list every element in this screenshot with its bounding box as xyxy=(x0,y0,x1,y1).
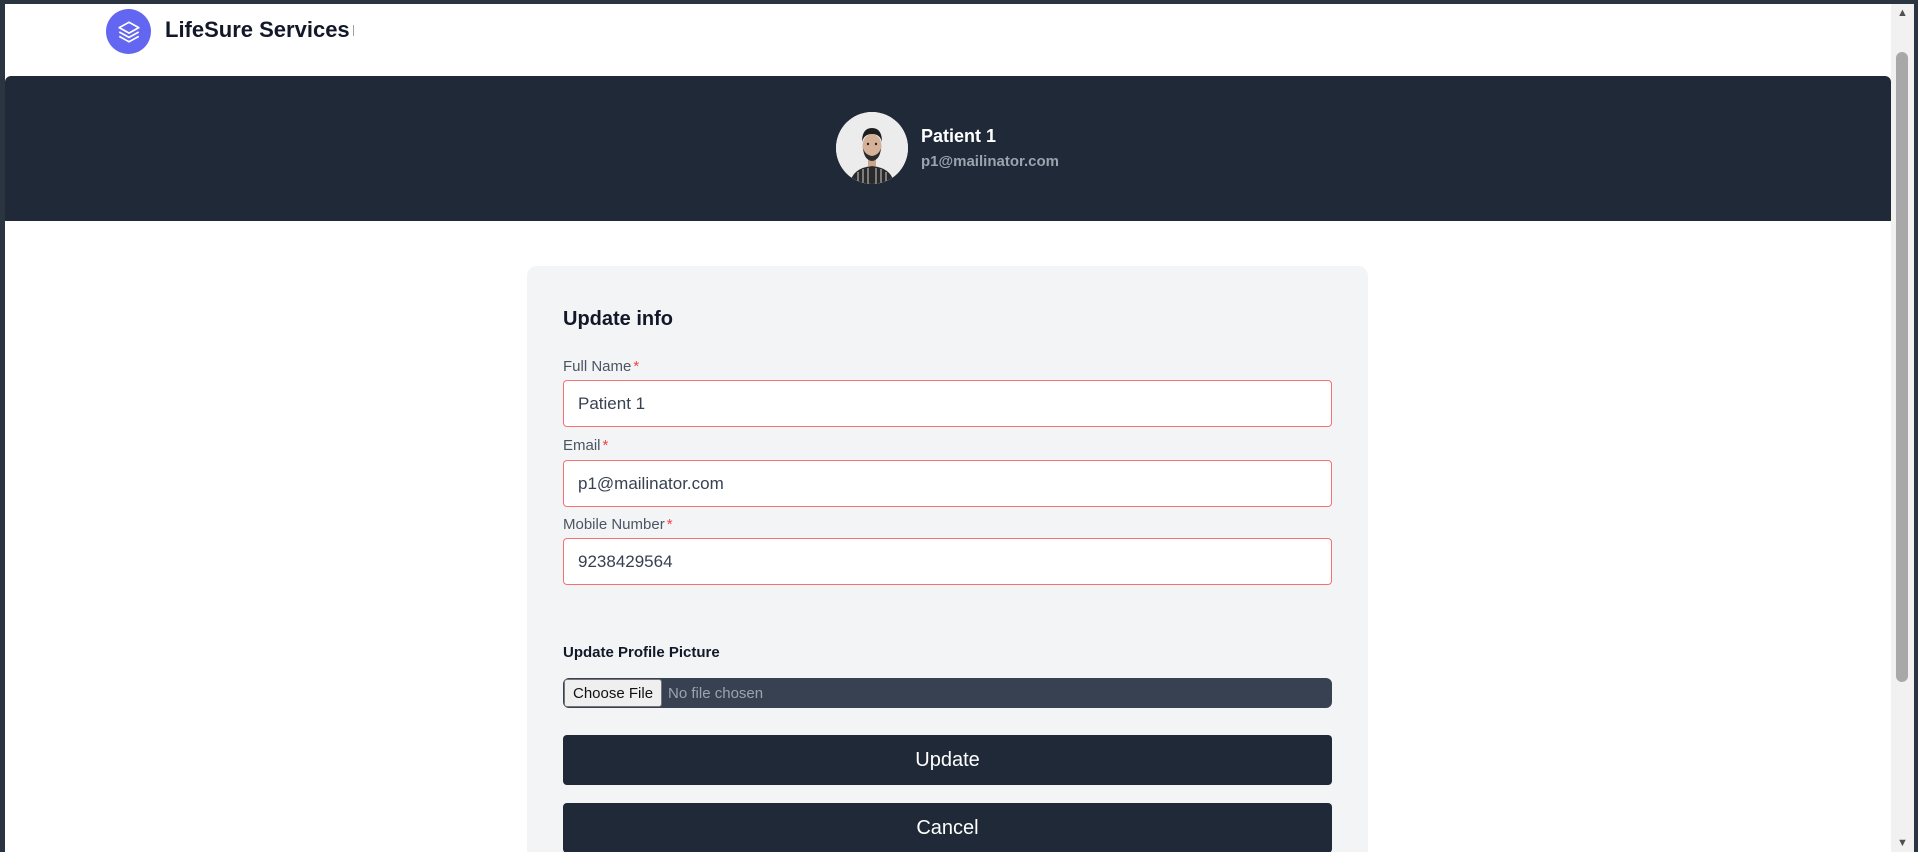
choose-file-button[interactable]: Choose File xyxy=(564,679,663,707)
logo[interactable] xyxy=(106,9,151,54)
scroll-up-arrow-icon[interactable]: ▲ xyxy=(1891,4,1914,22)
cancel-button[interactable]: Cancel xyxy=(563,803,1332,852)
form-title: Update info xyxy=(563,308,673,330)
full-name-label: Full Name * xyxy=(563,358,639,375)
email-label-text: Email xyxy=(563,437,601,454)
scroll-down-arrow-icon[interactable]: ▼ xyxy=(1891,834,1914,852)
required-marker: * xyxy=(602,437,609,454)
profile-email: p1@mailinator.com xyxy=(921,153,1059,170)
required-marker: * xyxy=(633,358,640,375)
brand-name[interactable]: LifeSure Services xyxy=(165,17,350,43)
scroll-thumb[interactable] xyxy=(1896,52,1908,682)
update-button[interactable]: Update xyxy=(563,735,1332,785)
profile-picture-label: Update Profile Picture xyxy=(563,644,720,661)
email-input[interactable] xyxy=(563,460,1332,507)
user-avatar-photo xyxy=(836,112,908,184)
full-name-input[interactable] xyxy=(563,380,1332,427)
profile-picture-file-input[interactable]: Choose File No file chosen xyxy=(563,678,1332,708)
email-label: Email * xyxy=(563,437,608,454)
mobile-number-label: Mobile Number * xyxy=(563,516,673,533)
user-avatar xyxy=(836,112,908,184)
top-navbar: LifeSure Services xyxy=(5,4,1891,76)
stacked-layers-icon xyxy=(117,20,140,43)
mobile-number-input[interactable] xyxy=(563,538,1332,585)
profile-header: Patient 1 p1@mailinator.com xyxy=(5,76,1891,221)
update-info-form: Update info Full Name* Email* Mobile Num… xyxy=(527,266,1368,852)
nav-divider xyxy=(353,25,354,36)
required-marker: * xyxy=(666,516,673,533)
profile-name: Patient 1 xyxy=(921,126,997,146)
browser-viewport: LifeSure Services Patient 1 p1@mailinato… xyxy=(5,4,1891,852)
file-status-text: No file chosen xyxy=(668,684,764,702)
mobile-number-label-text: Mobile Number xyxy=(563,516,665,533)
page-scrollbar[interactable]: ▲ ▼ xyxy=(1891,4,1914,852)
full-name-label-text: Full Name xyxy=(563,358,632,375)
